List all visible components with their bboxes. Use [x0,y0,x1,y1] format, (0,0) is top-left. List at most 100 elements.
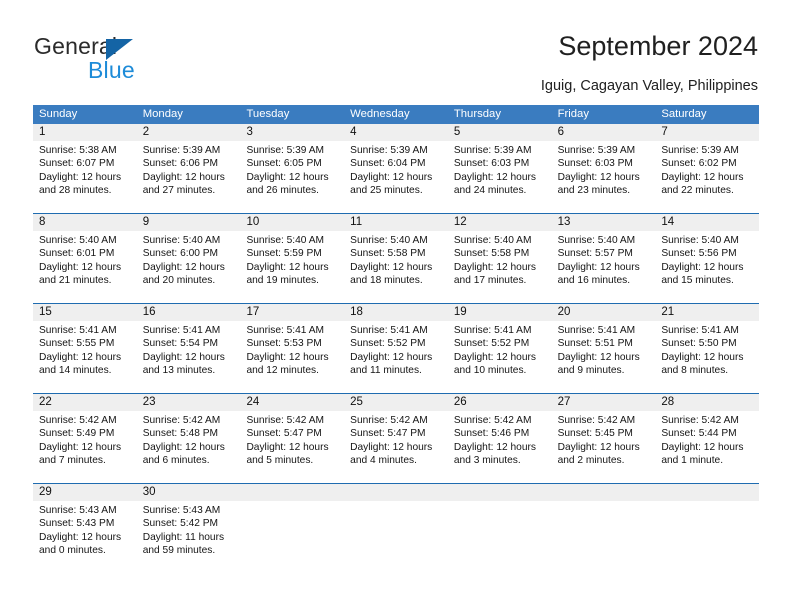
day-cell[interactable]: Sunrise: 5:41 AM Sunset: 5:52 PM Dayligh… [448,321,552,393]
day-cell[interactable]: Sunrise: 5:39 AM Sunset: 6:04 PM Dayligh… [344,141,448,213]
day-number[interactable]: 20 [552,304,656,321]
weekday-header-sunday: Sunday [39,108,78,120]
sunset-text: Sunset: 5:54 PM [142,338,219,350]
day-number[interactable]: 10 [240,214,344,231]
daylight-text-line2: and 8 minutes. [661,364,729,376]
sunrise-text: Sunrise: 5:43 AM [39,505,117,516]
daylight-text-line2: and 18 minutes. [350,274,423,286]
day-number[interactable]: 12 [448,214,552,231]
day-number[interactable]: 21 [655,304,759,321]
daylight-text-line1: Daylight: 12 hours [453,441,536,453]
day-number[interactable]: 11 [344,214,448,231]
day-cell[interactable]: Sunrise: 5:40 AM Sunset: 5:57 PM Dayligh… [552,231,656,303]
day-cell[interactable]: Sunrise: 5:40 AM Sunset: 5:58 PM Dayligh… [344,231,448,303]
day-number[interactable]: 19 [448,304,552,321]
day-detail-row: Sunrise: 5:43 AM Sunset: 5:43 PM Dayligh… [33,501,759,573]
general-blue-logo[interactable]: General Blue [34,33,234,89]
sunrise-text: Sunrise: 5:41 AM [39,325,117,336]
daylight-text-line1: Daylight: 12 hours [350,171,433,183]
day-cell[interactable]: Sunrise: 5:39 AM Sunset: 6:03 PM Dayligh… [552,141,656,213]
day-cell[interactable]: Sunrise: 5:39 AM Sunset: 6:03 PM Dayligh… [448,141,552,213]
sunset-text: Sunset: 6:05 PM [246,158,322,170]
day-number[interactable]: 24 [240,394,344,411]
day-number[interactable]: 1 [33,124,137,141]
day-number[interactable]: 28 [655,394,759,411]
sunrise-text: Sunrise: 5:41 AM [350,325,428,336]
day-cell[interactable]: Sunrise: 5:41 AM Sunset: 5:50 PM Dayligh… [655,321,759,393]
sunset-text: Sunset: 6:07 PM [39,158,115,170]
day-number[interactable]: 25 [344,394,448,411]
daylight-text-line1: Daylight: 12 hours [246,351,329,363]
day-number[interactable]: 17 [240,304,344,321]
logo-word-blue: Blue [88,57,135,83]
location-subtitle: Iguig, Cagayan Valley, Philippines [540,78,758,94]
day-number-band: 1 2 3 4 5 6 7 [33,124,759,141]
day-cell[interactable]: Sunrise: 5:40 AM Sunset: 6:00 PM Dayligh… [137,231,241,303]
sunset-text: Sunset: 6:02 PM [661,158,737,170]
day-number[interactable]: 27 [552,394,656,411]
day-cell[interactable]: Sunrise: 5:39 AM Sunset: 6:06 PM Dayligh… [137,141,241,213]
day-cell[interactable]: Sunrise: 5:40 AM Sunset: 5:56 PM Dayligh… [655,231,759,303]
day-number[interactable]: 13 [552,214,656,231]
day-cell[interactable]: Sunrise: 5:41 AM Sunset: 5:52 PM Dayligh… [344,321,448,393]
day-cell[interactable]: Sunrise: 5:38 AM Sunset: 6:07 PM Dayligh… [33,141,137,213]
day-cell[interactable]: Sunrise: 5:39 AM Sunset: 6:02 PM Dayligh… [655,141,759,213]
day-cell[interactable]: Sunrise: 5:42 AM Sunset: 5:45 PM Dayligh… [552,411,656,483]
day-cell[interactable]: Sunrise: 5:42 AM Sunset: 5:46 PM Dayligh… [448,411,552,483]
day-cell[interactable]: Sunrise: 5:41 AM Sunset: 5:55 PM Dayligh… [33,321,137,393]
sunrise-text: Sunrise: 5:40 AM [350,235,428,246]
day-cell[interactable]: Sunrise: 5:42 AM Sunset: 5:47 PM Dayligh… [240,411,344,483]
sunrise-text: Sunrise: 5:40 AM [453,235,532,246]
day-cell[interactable]: Sunrise: 5:40 AM Sunset: 5:58 PM Dayligh… [448,231,552,303]
day-number[interactable]: 29 [33,484,137,501]
day-cell[interactable]: Sunrise: 5:42 AM Sunset: 5:49 PM Dayligh… [33,411,137,483]
day-cell[interactable]: Sunrise: 5:40 AM Sunset: 6:01 PM Dayligh… [33,231,137,303]
day-number[interactable]: 18 [344,304,448,321]
sunset-text: Sunset: 5:50 PM [661,338,737,350]
calendar-table: Sunday Monday Tuesday Wednesday Thursday… [33,105,759,573]
weekday-header-monday: Monday [142,108,183,120]
day-number-band: 22 23 24 25 26 27 28 [33,394,759,411]
day-cell[interactable]: Sunrise: 5:41 AM Sunset: 5:54 PM Dayligh… [137,321,241,393]
day-number[interactable]: 5 [448,124,552,141]
sunset-text: Sunset: 5:43 PM [39,518,115,530]
day-number[interactable]: 22 [33,394,137,411]
day-cell[interactable]: Sunrise: 5:42 AM Sunset: 5:48 PM Dayligh… [137,411,241,483]
day-cell[interactable]: Sunrise: 5:42 AM Sunset: 5:47 PM Dayligh… [344,411,448,483]
day-number[interactable]: 6 [552,124,656,141]
day-number[interactable]: 3 [240,124,344,141]
sunrise-text: Sunrise: 5:41 AM [557,325,636,336]
day-number-band: 8 9 10 11 12 13 14 [33,214,759,231]
daylight-text-line1: Daylight: 12 hours [142,351,225,363]
day-number[interactable]: 8 [33,214,137,231]
day-cell[interactable]: Sunrise: 5:41 AM Sunset: 5:53 PM Dayligh… [240,321,344,393]
day-number[interactable]: 23 [137,394,241,411]
daylight-text-line2: and 23 minutes. [557,184,631,196]
daylight-text-line2: and 15 minutes. [661,274,734,286]
day-number[interactable]: 15 [33,304,137,321]
day-cell[interactable]: Sunrise: 5:43 AM Sunset: 5:43 PM Dayligh… [33,501,137,573]
day-number[interactable]: 7 [655,124,759,141]
weekday-header-saturday: Saturday [661,108,707,120]
day-cell[interactable]: Sunrise: 5:41 AM Sunset: 5:51 PM Dayligh… [552,321,656,393]
day-number[interactable]: 26 [448,394,552,411]
sunset-text: Sunset: 5:49 PM [39,428,115,440]
daylight-text-line2: and 24 minutes. [453,184,527,196]
sunrise-text: Sunrise: 5:42 AM [142,415,221,426]
daylight-text-line1: Daylight: 12 hours [246,261,329,273]
day-number[interactable]: 30 [137,484,241,501]
daylight-text-line1: Daylight: 12 hours [142,171,225,183]
day-cell[interactable]: Sunrise: 5:43 AM Sunset: 5:42 PM Dayligh… [137,501,241,573]
day-number[interactable]: 14 [655,214,759,231]
daylight-text-line2: and 10 minutes. [453,364,527,376]
day-number[interactable]: 2 [137,124,241,141]
daylight-text-line2: and 12 minutes. [246,364,319,376]
day-number[interactable]: 4 [344,124,448,141]
day-number[interactable]: 9 [137,214,241,231]
sunset-text: Sunset: 5:42 PM [142,518,219,530]
week-row: 22 23 24 25 26 27 28 Sunrise: 5:42 AM Su… [33,393,759,483]
day-number[interactable]: 16 [137,304,241,321]
day-cell[interactable]: Sunrise: 5:39 AM Sunset: 6:05 PM Dayligh… [240,141,344,213]
day-cell[interactable]: Sunrise: 5:40 AM Sunset: 5:59 PM Dayligh… [240,231,344,303]
day-cell[interactable]: Sunrise: 5:42 AM Sunset: 5:44 PM Dayligh… [655,411,759,483]
